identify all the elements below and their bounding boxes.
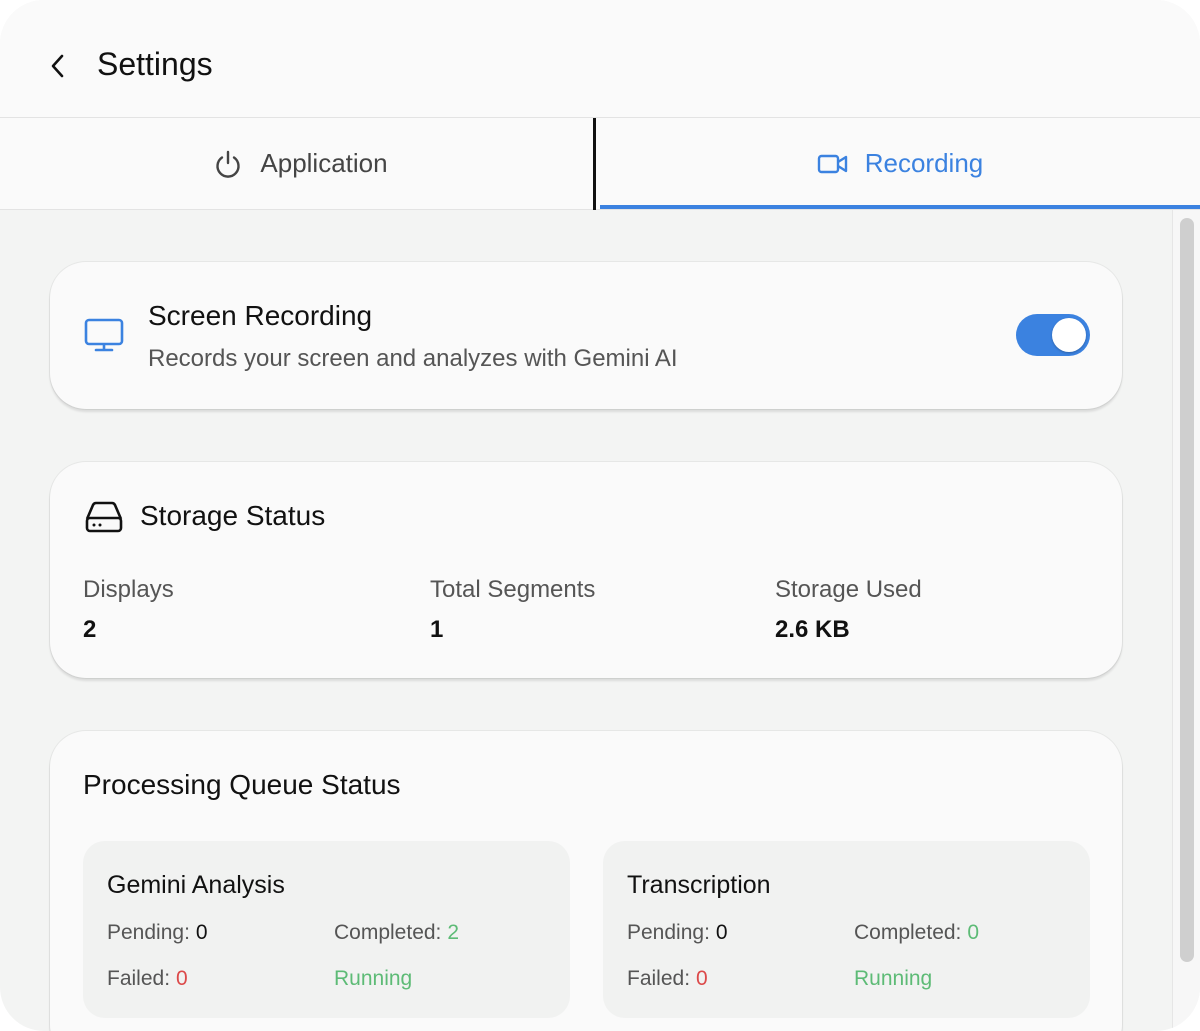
storage-status-card: Storage Status Displays 2 Total Segments… <box>50 462 1122 678</box>
pending-label: Pending: <box>107 921 190 944</box>
failed-label: Failed: <box>627 967 691 990</box>
displays-value: 2 <box>83 616 97 643</box>
page-title: Settings <box>97 46 213 82</box>
tab-application[interactable]: Application <box>0 118 600 209</box>
tab-recording[interactable]: Recording <box>600 118 1200 209</box>
completed-value: 0 <box>967 921 980 944</box>
total-segments-stat: Total Segments 1 <box>430 576 595 644</box>
pending-label: Pending: <box>627 921 710 944</box>
gemini-pending: Pending: 0 <box>107 921 208 945</box>
completed-label: Completed: <box>854 921 962 944</box>
failed-value: 0 <box>696 967 708 990</box>
failed-value: 0 <box>176 967 188 990</box>
screen-recording-card: Screen Recording Records your screen and… <box>50 262 1122 409</box>
toggle-knob <box>1052 318 1086 352</box>
transcription-failed: Failed: 0 <box>627 967 708 991</box>
processing-queue-card: Processing Queue Status Gemini Analysis … <box>50 731 1122 1031</box>
processing-queue-title: Processing Queue Status <box>83 769 401 800</box>
tab-divider <box>593 118 596 210</box>
total-segments-value: 1 <box>430 616 444 643</box>
monitor-icon <box>84 318 124 352</box>
hard-drive-icon <box>85 501 123 533</box>
pending-value: 0 <box>715 921 728 944</box>
completed-label: Completed: <box>334 921 442 944</box>
tab-recording-label: Recording <box>864 148 984 178</box>
storage-used-value: 2.6 KB <box>775 616 850 643</box>
video-camera-icon <box>817 154 847 173</box>
failed-label: Failed: <box>107 967 171 990</box>
total-segments-label: Total Segments <box>430 576 596 603</box>
gemini-analysis-title: Gemini Analysis <box>107 871 285 899</box>
power-icon <box>216 150 241 178</box>
screen-recording-description: Records your screen and analyzes with Ge… <box>148 345 678 372</box>
scrollbar-thumb[interactable] <box>1180 218 1194 962</box>
screen-recording-toggle[interactable] <box>1016 314 1090 356</box>
storage-used-label: Storage Used <box>775 576 922 603</box>
transcription-title: Transcription <box>627 871 771 899</box>
transcription-status: Running <box>854 967 933 990</box>
gemini-status: Running <box>334 967 413 990</box>
transcription-completed: Completed: 0 <box>854 921 979 945</box>
chevron-left-icon <box>51 54 64 78</box>
storage-status-title: Storage Status <box>140 500 326 531</box>
gemini-completed: Completed: 2 <box>334 921 459 945</box>
screen-recording-title: Screen Recording <box>148 300 373 331</box>
storage-used-stat: Storage Used 2.6 KB <box>775 576 922 644</box>
completed-value: 2 <box>447 921 460 944</box>
back-button[interactable] <box>44 50 72 82</box>
pending-value: 0 <box>195 921 208 944</box>
active-tab-indicator <box>600 205 1200 209</box>
transcription-pending: Pending: 0 <box>627 921 728 945</box>
displays-label: Displays <box>83 576 174 603</box>
tab-bar: Application Recording <box>0 118 1200 210</box>
gemini-analysis-box: Gemini Analysis Pending: 0 Completed: 2 Fa… <box>83 841 570 1018</box>
settings-window: Settings Application Recording Screen Re… <box>0 0 1200 1031</box>
header: Settings <box>0 0 1200 118</box>
tab-application-label: Application <box>260 148 388 178</box>
displays-stat: Displays 2 <box>83 576 174 644</box>
transcription-box: Transcription Pending: 0 Completed: 0 Fail… <box>603 841 1090 1018</box>
gemini-failed: Failed: 0 <box>107 967 188 991</box>
